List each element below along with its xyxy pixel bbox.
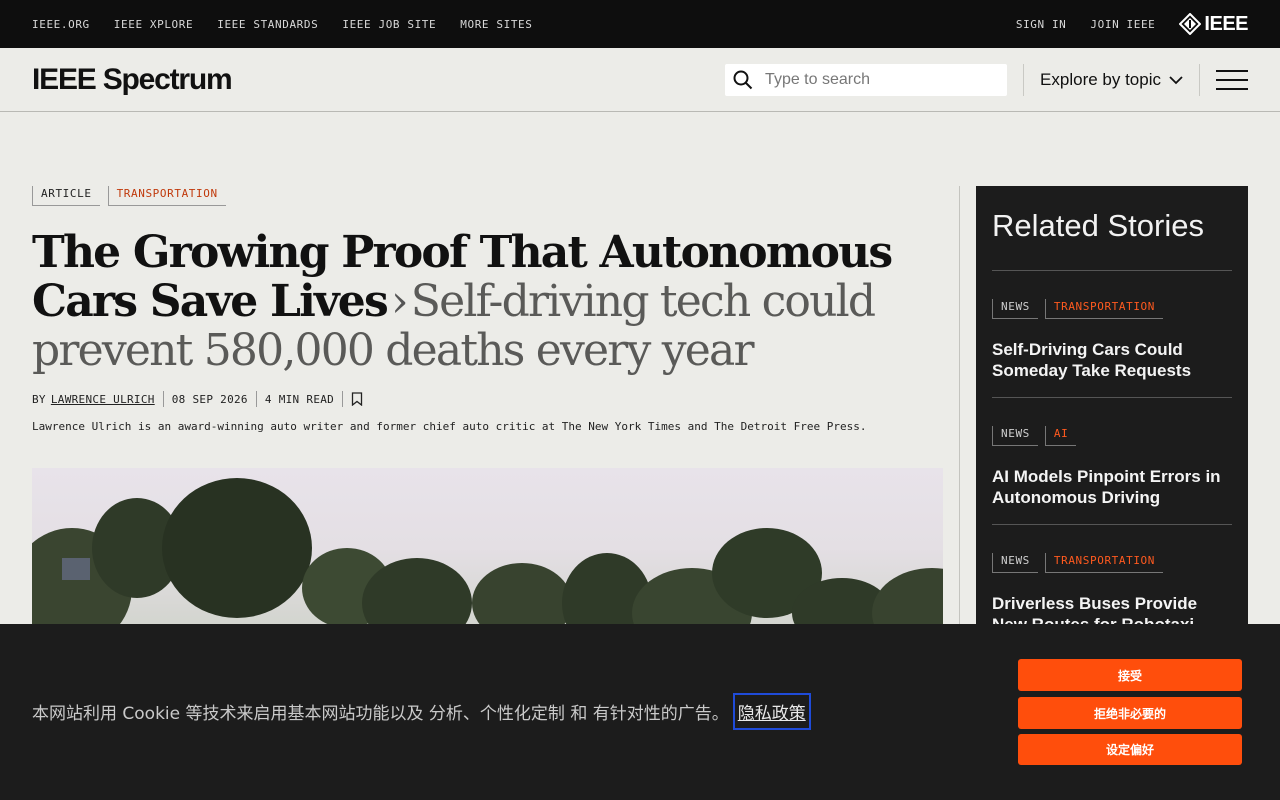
cookie-consent-banner: 本网站利用 Cookie 等技术来启用基本网站功能以及 分析、个性化定制 和 有…	[0, 624, 1280, 800]
byline-divider	[342, 391, 344, 407]
cookie-message: 本网站利用 Cookie 等技术来启用基本网站功能以及 分析、个性化定制 和 有…	[32, 693, 811, 730]
tag-news[interactable]: NEWS	[992, 426, 1038, 446]
tag-transportation[interactable]: TRANSPORTATION	[1044, 553, 1164, 573]
house-in-image	[62, 558, 90, 580]
article-headline: The Growing Proof That Autonomous Cars S…	[32, 228, 943, 375]
related-stories-heading: Related Stories	[992, 208, 1232, 271]
global-nav-bar: IEEE.ORG IEEE XPLORE IEEE STANDARDS IEEE…	[0, 0, 1280, 48]
byline-divider	[162, 391, 164, 407]
search-icon	[733, 70, 753, 89]
publish-date: 08 SEP 2026	[171, 392, 248, 406]
related-story[interactable]: NEWS AI AI Models Pinpoint Errors in Aut…	[992, 398, 1232, 525]
by-label: BY	[32, 392, 46, 406]
header-divider	[1023, 63, 1025, 96]
story-tags: NEWS TRANSPORTATION	[992, 299, 1232, 319]
column-divider	[959, 186, 960, 636]
tag-news[interactable]: NEWS	[992, 553, 1038, 573]
ieee-site-links: IEEE.ORG IEEE XPLORE IEEE STANDARDS IEEE…	[32, 18, 533, 31]
header-divider	[1199, 63, 1200, 96]
author-link[interactable]: LAWRENCE ULRICH	[51, 393, 155, 406]
explore-by-topic-dropdown[interactable]: Explore by topic	[1040, 70, 1183, 90]
explore-label: Explore by topic	[1040, 69, 1161, 89]
sign-in-link[interactable]: SIGN IN	[1016, 18, 1067, 31]
privacy-policy-link[interactable]: 隐私政策	[732, 693, 811, 730]
ieee-logo[interactable]: IEEE	[1179, 13, 1248, 36]
tag-ai[interactable]: AI	[1044, 426, 1077, 446]
cookie-message-text: 本网站利用 Cookie 等技术来启用基本网站功能以及 分析、个性化定制 和 有…	[32, 704, 729, 724]
ieee-logo-text: IEEE	[1204, 12, 1248, 35]
story-title[interactable]: Self-Driving Cars Could Someday Take Req…	[992, 339, 1232, 381]
story-tags: NEWS AI	[992, 426, 1232, 446]
story-title[interactable]: AI Models Pinpoint Errors in Autonomous …	[992, 466, 1232, 508]
search-box[interactable]	[725, 63, 1008, 96]
link-more-sites[interactable]: MORE SITES	[460, 18, 532, 31]
tag-news[interactable]: NEWS	[992, 299, 1038, 319]
tag-article[interactable]: ARTICLE	[32, 186, 100, 206]
accept-button[interactable]: 接受	[1018, 659, 1242, 691]
ieee-spectrum-logo[interactable]: IEEE Spectrum	[32, 63, 233, 97]
account-links: SIGN IN JOIN IEEE IEEE	[1016, 13, 1248, 36]
author-bio: Lawrence Ulrich is an award-winning auto…	[32, 420, 867, 433]
article-main: ARTICLE TRANSPORTATION The Growing Proof…	[32, 186, 943, 668]
story-tags: NEWS TRANSPORTATION	[992, 553, 1232, 573]
tag-transportation[interactable]: TRANSPORTATION	[107, 186, 226, 206]
ieee-diamond-icon	[1179, 13, 1202, 35]
related-story[interactable]: NEWS TRANSPORTATION Self-Driving Cars Co…	[992, 271, 1232, 398]
article-byline: BY LAWRENCE ULRICH 08 SEP 2026 4 MIN REA…	[32, 391, 943, 407]
reject-nonessential-button[interactable]: 拒绝非必要的	[1018, 697, 1242, 729]
link-ieee-xplore[interactable]: IEEE XPLORE	[114, 18, 193, 31]
related-stories-panel: Related Stories NEWS TRANSPORTATION Self…	[976, 186, 1248, 646]
link-ieee-org[interactable]: IEEE.ORG	[32, 18, 90, 31]
tag-transportation[interactable]: TRANSPORTATION	[1044, 299, 1164, 319]
cookie-preferences-button[interactable]: 设定偏好	[1018, 734, 1242, 765]
menu-hamburger-icon[interactable]	[1216, 69, 1248, 90]
link-ieee-job-site[interactable]: IEEE JOB SITE	[342, 18, 436, 31]
chevron-right-icon: ›	[390, 276, 409, 327]
bookmark-icon[interactable]	[351, 392, 363, 406]
article-tags: ARTICLE TRANSPORTATION	[32, 186, 943, 206]
site-header: IEEE Spectrum Explore by topic	[0, 48, 1280, 112]
join-ieee-link[interactable]: JOIN IEEE	[1090, 18, 1155, 31]
link-ieee-standards[interactable]: IEEE STANDARDS	[217, 18, 318, 31]
chevron-down-icon	[1169, 75, 1183, 84]
read-time: 4 MIN READ	[264, 392, 335, 406]
search-input[interactable]	[765, 70, 986, 89]
byline-divider	[255, 391, 257, 407]
